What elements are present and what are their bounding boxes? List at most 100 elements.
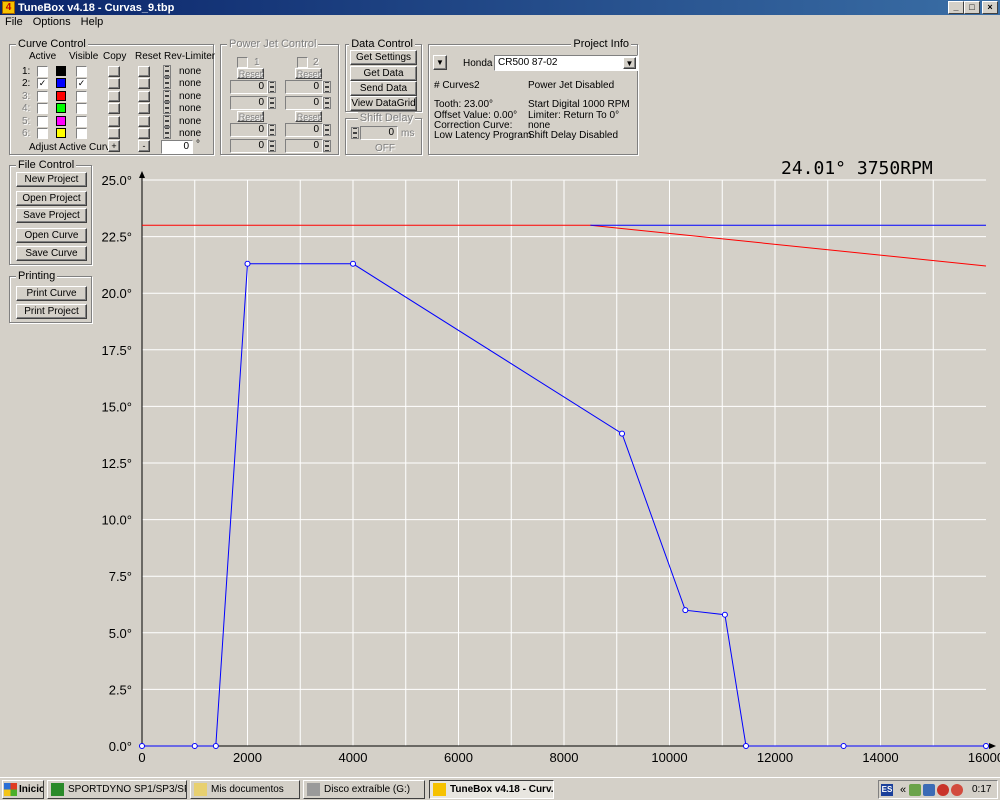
curve-reset-button[interactable] (138, 66, 150, 77)
make-dropdown-button[interactable]: ▼ (433, 55, 447, 70)
curve-point-marker[interactable] (983, 743, 989, 749)
curve-copy-button[interactable] (108, 91, 120, 102)
taskbar-item[interactable]: SPORTDYNO SP1/SP3/SP... (47, 780, 187, 799)
menu-help[interactable]: Help (76, 15, 109, 29)
curve-active-checkbox[interactable] (37, 66, 48, 77)
security-alert-icon[interactable] (937, 784, 949, 796)
curve-point-marker[interactable] (721, 611, 728, 618)
get-data-button[interactable]: Get Data (350, 66, 417, 81)
curve-visible-checkbox[interactable] (76, 128, 87, 139)
adjust-minus-button[interactable]: - (138, 140, 150, 152)
timing-curve-chart[interactable]: 0 2000 4000 6000 8000 10000 12000 14000 16000 0.0… (0, 160, 1000, 776)
start-digital: Start Digital 1000 RPM (528, 99, 630, 110)
rev-limiter-spin[interactable] (163, 65, 171, 77)
power-jet-value-1[interactable]: 0 (230, 80, 268, 94)
curve-point-marker[interactable] (350, 260, 356, 267)
power-jet-value-5[interactable]: 0 (230, 123, 268, 137)
power-jet-value-4[interactable]: 0 (285, 96, 323, 110)
power-jet-value-7[interactable]: 0 (230, 139, 268, 153)
rev-limiter-spin[interactable] (163, 127, 171, 139)
rev-limiter-spin[interactable] (163, 102, 171, 114)
curve-reset-button[interactable] (138, 128, 150, 139)
power-jet-1-reset-button[interactable]: Reset (237, 68, 264, 79)
view-datagrid-button[interactable]: View DataGrid (350, 96, 417, 111)
antivirus-icon[interactable] (951, 784, 963, 796)
curve-color-swatch (56, 78, 66, 88)
x-tick-label: 16000 (968, 750, 1000, 765)
minimize-button[interactable]: _ (948, 1, 964, 14)
curve-reset-button[interactable] (138, 116, 150, 127)
curve-point-marker[interactable] (840, 743, 847, 749)
app-icon: 4 (2, 1, 15, 14)
power-jet-spin-1[interactable] (268, 81, 276, 93)
model-dropdown-button[interactable]: ▼ (623, 57, 636, 69)
curve-copy-button[interactable] (108, 116, 120, 127)
tray-expand-icon[interactable]: « (897, 784, 909, 796)
power-jet-spin-4[interactable] (323, 97, 331, 109)
curve-point-marker[interactable] (212, 743, 219, 749)
curve-point-marker[interactable] (619, 430, 626, 437)
curve-active-checkbox[interactable] (37, 91, 48, 102)
curve-active-checkbox[interactable]: ✓ (37, 78, 48, 89)
power-jet-value-6[interactable]: 0 (285, 123, 323, 137)
get-settings-button[interactable]: Get Settings (350, 50, 417, 65)
menu-options[interactable]: Options (28, 15, 76, 29)
curve-point-marker[interactable] (742, 743, 749, 749)
send-data-button[interactable]: Send Data (350, 81, 417, 96)
model-select[interactable]: CR500 87-02 (494, 55, 638, 71)
power-jet-value-2[interactable]: 0 (285, 80, 323, 94)
shift-delay-spin[interactable] (351, 127, 359, 139)
shift-delay-value[interactable]: 0 (360, 126, 398, 140)
maximize-button[interactable]: □ (964, 1, 980, 14)
power-jet-spin-8[interactable] (323, 140, 331, 152)
system-tray: ES « 0:17 (878, 780, 998, 799)
curve-point-marker[interactable] (682, 607, 689, 614)
power-jet-spin-3[interactable] (268, 97, 276, 109)
curve-visible-checkbox[interactable]: ✓ (76, 78, 87, 89)
close-button[interactable]: × (982, 1, 998, 14)
curve-active-checkbox[interactable] (37, 128, 48, 139)
curve-copy-button[interactable] (108, 128, 120, 139)
power-jet-value-3[interactable]: 0 (230, 96, 268, 110)
power-jet-spin-5[interactable] (268, 124, 276, 136)
adjust-plus-button[interactable]: + (108, 140, 120, 152)
curve-visible-checkbox[interactable] (76, 116, 87, 127)
power-jet-3-reset-button[interactable]: Reset (237, 111, 264, 122)
curve-point-marker[interactable] (191, 743, 198, 749)
power-jet-spin-6[interactable] (323, 124, 331, 136)
adjust-value-field[interactable]: 0 (161, 140, 193, 154)
curve-copy-button[interactable] (108, 66, 120, 77)
curve-reset-button[interactable] (138, 103, 150, 114)
power-jet-spin-2[interactable] (323, 81, 331, 93)
power-jet-2-checkbox[interactable] (297, 57, 308, 68)
curve-reset-button[interactable] (138, 91, 150, 102)
curve-active-checkbox[interactable] (37, 103, 48, 114)
power-jet-value-8[interactable]: 0 (285, 139, 323, 153)
power-jet-spin-7[interactable] (268, 140, 276, 152)
rev-limiter-spin[interactable] (163, 77, 171, 89)
menu-file[interactable]: File (0, 15, 28, 29)
taskbar-item[interactable]: TuneBox v4.18 - Curv... (429, 780, 554, 799)
curve-visible-checkbox[interactable] (76, 91, 87, 102)
taskbar-item[interactable]: Disco extraíble (G:) (303, 780, 425, 799)
curve-reset-button[interactable] (138, 78, 150, 89)
curve-copy-button[interactable] (108, 78, 120, 89)
curve-copy-button[interactable] (108, 103, 120, 114)
power-jet-1-checkbox[interactable] (237, 57, 248, 68)
power-jet-4-reset-button[interactable]: Reset (295, 111, 322, 122)
start-button[interactable]: Inicio (2, 780, 44, 799)
display-icon[interactable] (923, 784, 935, 796)
language-indicator[interactable]: ES (881, 784, 893, 796)
power-jet-2-reset-button[interactable]: Reset (295, 68, 322, 79)
curve-point-marker[interactable] (139, 743, 145, 749)
project-info-group: Project Info ▼ Honda CR500 87-02 ▼ # Cur… (428, 38, 638, 155)
network-icon[interactable] (909, 784, 921, 796)
rev-limiter-spin[interactable] (163, 115, 171, 127)
curve-visible-checkbox[interactable] (76, 66, 87, 77)
curve-visible-checkbox[interactable] (76, 103, 87, 114)
curve-point-marker[interactable] (244, 260, 251, 267)
rev-limiter-spin[interactable] (163, 90, 171, 102)
curve-active-checkbox[interactable] (37, 116, 48, 127)
taskbar-item[interactable]: Mis documentos (190, 780, 300, 799)
curve-row-label: 3: (22, 91, 31, 102)
